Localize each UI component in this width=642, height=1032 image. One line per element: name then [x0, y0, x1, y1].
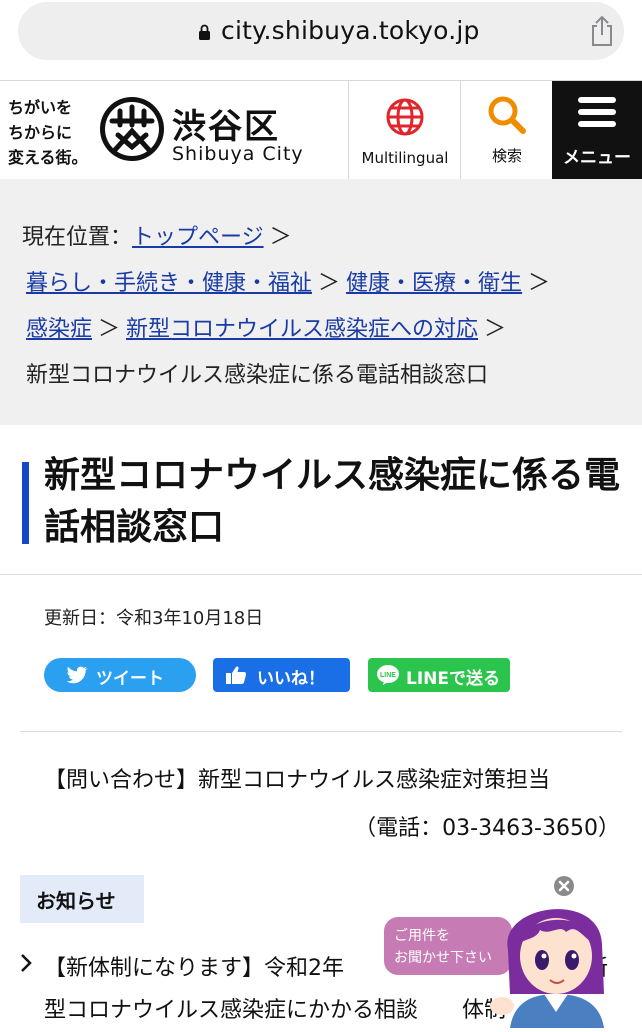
breadcrumb: 現在位置：トップページ＞ 暮らし・手続き・健康・福祉＞健康・医療・衛生＞ 感染症…	[0, 179, 642, 425]
shibuya-logo-icon[interactable]	[98, 95, 166, 163]
like-label: いいね！	[257, 669, 325, 689]
tagline-line: ちからに	[8, 123, 73, 142]
line-logo-icon: LINE	[377, 665, 399, 685]
breadcrumb-prefix: 現在位置：	[22, 225, 133, 250]
close-assistant-button[interactable]	[554, 876, 574, 896]
chevron-right-icon	[21, 954, 32, 972]
bubble-text: お聞かせ下さい	[394, 950, 492, 966]
breadcrumb-link-health[interactable]: 健康・医療・衛生	[346, 271, 522, 296]
like-button[interactable]: いいね！	[213, 658, 350, 692]
tagline-line: 変える街。	[8, 148, 88, 167]
hamburger-icon	[578, 97, 616, 127]
line-share-button[interactable]: LINE LINEで送る	[368, 658, 510, 692]
site-header: ちがいを ちからに 変える街。 渋谷区 Shibuya City Multili…	[0, 80, 642, 180]
assistant-avatar-icon	[490, 909, 604, 1028]
news-heading: お知らせ	[36, 889, 116, 913]
breadcrumb-link-covid[interactable]: 新型コロナウイルス感染症への対応	[126, 317, 478, 342]
breadcrumb-link-infection[interactable]: 感染症	[26, 317, 92, 342]
breadcrumb-separator: ＞	[98, 317, 121, 342]
contact-phone: （電話：03-3463-3650）	[354, 816, 620, 841]
tweet-label: ツイート	[96, 669, 164, 689]
breadcrumb-link-living[interactable]: 暮らし・手続き・健康・福祉	[26, 271, 312, 296]
logo-name-en[interactable]: Shibuya City	[172, 143, 304, 165]
share-icon[interactable]	[588, 15, 616, 47]
menu-button[interactable]: メニュー	[552, 81, 642, 179]
breadcrumb-link-top[interactable]: トップページ	[132, 225, 264, 250]
contact-department: 【問い合わせ】新型コロナウイルス感染症対策担当	[44, 768, 551, 793]
breadcrumb-separator: ＞	[318, 271, 341, 296]
address-bar[interactable]: city.shibuya.tokyo.jp	[18, 2, 624, 60]
search-button[interactable]: 検索	[460, 81, 553, 179]
search-icon	[488, 96, 526, 134]
browser-chrome: city.shibuya.tokyo.jp	[0, 0, 642, 80]
svg-text:LINE: LINE	[380, 672, 396, 679]
breadcrumb-separator: ＞	[484, 317, 507, 342]
tweet-button[interactable]: ツイート	[44, 658, 196, 692]
multilingual-label: Multilingual	[361, 149, 449, 167]
breadcrumb-current: 新型コロナウイルス感染症に係る電話相談窓口	[26, 363, 489, 388]
logo-name-ja[interactable]: 渋谷区	[172, 99, 280, 148]
thumbs-up-icon	[226, 666, 247, 684]
url-text: city.shibuya.tokyo.jp	[221, 16, 480, 45]
menu-label: メニュー	[563, 148, 631, 168]
tagline: ちがいを ちからに 変える街。	[8, 95, 88, 170]
updated-date: 更新日：令和3年10月18日	[44, 608, 264, 629]
line-share-label: LINEで送る	[406, 669, 500, 689]
search-label: 検索	[491, 147, 522, 165]
page-title: 新型コロナウイルス感染症に係る電話相談窓口	[44, 455, 621, 548]
multilingual-button[interactable]: Multilingual	[348, 81, 461, 179]
divider	[20, 731, 622, 732]
twitter-bird-icon	[66, 666, 88, 684]
bubble-text: ご用件を	[394, 928, 450, 944]
globe-icon	[386, 98, 424, 136]
divider	[0, 574, 642, 575]
breadcrumb-separator: ＞	[269, 225, 292, 250]
title-accent-bar	[22, 462, 29, 544]
lock-icon	[199, 24, 210, 40]
news-heading-box: お知らせ	[20, 875, 144, 923]
close-icon	[558, 880, 570, 892]
breadcrumb-separator: ＞	[528, 271, 551, 296]
tagline-line: ちがいを	[8, 98, 73, 117]
chat-assistant-widget[interactable]: ご用件を お聞かせ下さい	[380, 872, 642, 1028]
